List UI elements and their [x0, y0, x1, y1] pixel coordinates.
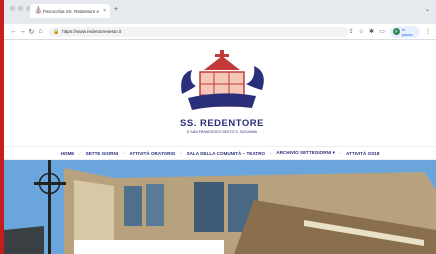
close-window-button[interactable]: [10, 6, 15, 11]
address-bar[interactable]: 🔒 https://www.redentoresesto.it: [48, 26, 349, 37]
church-logo[interactable]: [174, 50, 270, 120]
back-icon[interactable]: ←: [9, 28, 18, 35]
tab-close-icon[interactable]: ×: [103, 8, 106, 14]
tab-title: Parrocchia SS. Redentore e S...: [43, 8, 100, 14]
home-icon[interactable]: ⌂: [36, 28, 45, 35]
nav-separator: /: [180, 150, 182, 156]
nav-archivio-settegiorni[interactable]: ARCHIVIO SETTEGIORNI ▾: [276, 150, 334, 156]
logo-hand-left-icon: [181, 70, 196, 94]
site-favicon-icon: ⛪: [34, 7, 43, 14]
extensions-icon[interactable]: ✱: [369, 28, 374, 35]
share-icon[interactable]: ⇪: [349, 28, 354, 35]
nav-home[interactable]: HOME: [61, 151, 75, 156]
bookmark-star-icon[interactable]: ☆: [359, 28, 364, 35]
nav-separator: /: [339, 150, 342, 156]
nav-separator: /: [123, 150, 125, 156]
window-controls[interactable]: [10, 6, 31, 11]
tab-search-chevron-icon[interactable]: ⌄: [425, 6, 430, 13]
nav-attivita-oratorio[interactable]: ATTIVITÀ ORATORIO: [129, 151, 175, 156]
browser-window: ⛪ Parrocchia SS. Redentore e S... × + ⌄ …: [4, 0, 436, 254]
minimize-window-button[interactable]: [18, 6, 23, 11]
logo-banner-icon: [188, 93, 256, 110]
profile-status: In pausa: [401, 26, 413, 37]
nav-attivita-os18[interactable]: ATTIVITÀ OS18: [346, 151, 379, 156]
site-subtitle: E SAN FRANCESCO SESTO S. GIOVANNI: [186, 130, 258, 134]
menu-dots-icon[interactable]: ⋮: [425, 28, 431, 35]
nav-sette-giorni[interactable]: SETTE GIORNI: [86, 151, 118, 156]
browser-tab[interactable]: ⛪ Parrocchia SS. Redentore e S... ×: [30, 4, 110, 18]
browser-toolbar: ← → ↻ ⌂ 🔒 https://www.redentoresesto.it …: [4, 24, 436, 40]
main-navigation: HOME / SETTE GIORNI / ATTIVITÀ ORATORIO …: [4, 146, 436, 160]
nav-separator: /: [270, 150, 272, 156]
forward-icon[interactable]: →: [18, 28, 27, 35]
tab-strip: ⛪ Parrocchia SS. Redentore e S... × + ⌄: [4, 0, 436, 24]
hero-image: [4, 160, 436, 254]
nav-separator: /: [79, 150, 81, 156]
reload-icon[interactable]: ↻: [27, 28, 36, 36]
url-text[interactable]: https://www.redentoresesto.it: [62, 29, 121, 34]
site-title[interactable]: SS. REDENTORE: [154, 118, 290, 129]
profile-button[interactable]: P In pausa: [389, 25, 420, 38]
sidebar-icon[interactable]: ▭: [379, 28, 385, 35]
logo-hand-right-icon: [246, 66, 264, 90]
lock-icon[interactable]: 🔒: [53, 29, 59, 35]
new-tab-button[interactable]: +: [114, 6, 118, 14]
avatar: P: [392, 28, 400, 35]
nav-sala-comunita-teatro[interactable]: SALA DELLA COMUNITÀ – TEATRO: [187, 151, 265, 156]
